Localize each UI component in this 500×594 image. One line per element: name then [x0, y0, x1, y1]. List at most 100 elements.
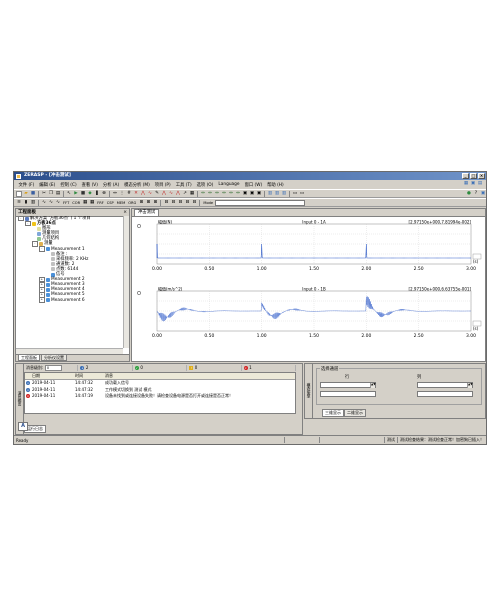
menu-modal[interactable]: 模态分析 (M)	[122, 182, 153, 188]
tree-node[interactable]: + Measurement 6	[16, 297, 123, 303]
grid-icon[interactable]: #	[126, 191, 132, 197]
spin-arrows-icon[interactable]: ▲▼	[370, 383, 376, 388]
axis4-icon[interactable]: ⊟	[184, 200, 190, 206]
help-icon[interactable]: ●	[466, 191, 472, 197]
font-button[interactable]: A	[18, 422, 28, 431]
cut-icon[interactable]: ✂	[41, 191, 47, 197]
link6-icon[interactable]: ⇔	[235, 191, 241, 197]
window2-icon[interactable]: ▭	[299, 191, 305, 197]
cursor-icon[interactable]: ↔	[112, 191, 118, 197]
link3-icon[interactable]: ⇔	[214, 191, 220, 197]
filter-icon[interactable]: ∿	[41, 200, 47, 206]
info-icon[interactable]: ?	[473, 191, 479, 197]
force-plot-canvas[interactable]: 0.00 0.50 1.00 1.50 2.00 2.50 3.00 幅值(N) Input 0…	[135, 220, 485, 277]
col-spinbox[interactable]: ▲▼	[417, 382, 473, 388]
expand-icon[interactable]: +	[39, 297, 45, 303]
col-value-field[interactable]	[417, 391, 473, 397]
col-date[interactable]: 日期	[31, 373, 75, 379]
layout-icon[interactable]: ▦	[463, 181, 469, 187]
menu-help[interactable]: 帮助 (H)	[265, 182, 287, 188]
pointer-icon[interactable]: ↖	[66, 191, 72, 197]
axis3-icon[interactable]: ⊟	[177, 200, 183, 206]
menu-language[interactable]: Language	[216, 182, 242, 187]
message-row[interactable]: × 2019-04-11 14:47:19 设备未找到或连接设备失败！请检查设备电源是…	[25, 393, 295, 400]
stop-icon[interactable]: ■	[80, 191, 86, 197]
new-icon[interactable]	[16, 190, 22, 197]
marker-icon[interactable]: ⋮	[119, 191, 125, 197]
play-icon[interactable]: ▶	[73, 191, 79, 197]
tab-impact-test[interactable]: 冲击测试	[134, 209, 160, 216]
chart3-icon[interactable]: ▥	[281, 191, 287, 197]
record-icon[interactable]: ◆	[87, 191, 93, 197]
peak2-icon[interactable]: ⋀	[161, 191, 167, 197]
link5-icon[interactable]: ⇔	[228, 191, 234, 197]
box3-icon[interactable]: ▣	[256, 191, 262, 197]
force-plot[interactable]: 0.00 0.50 1.00 1.50 2.00 2.50 3.00 幅值(N) Input 0…	[135, 220, 485, 277]
mode-select[interactable]	[215, 199, 306, 206]
axis5-icon[interactable]: ⊟	[191, 200, 197, 206]
link-icon[interactable]: ⇔	[200, 191, 206, 197]
delete-icon[interactable]: ✕	[133, 191, 139, 197]
tab-3d-view[interactable]: 三维显示	[322, 409, 344, 417]
row-value-field[interactable]	[320, 391, 376, 397]
filter-error[interactable]: × 1	[242, 365, 297, 371]
collapse-icon[interactable]: -	[32, 241, 38, 247]
filter-info[interactable]: ↓ 2	[78, 365, 133, 371]
bars-icon[interactable]: ▥	[30, 200, 36, 206]
about-icon[interactable]: ▣	[480, 191, 486, 197]
scale-icon[interactable]: ⊞	[138, 200, 144, 206]
axis2-icon[interactable]: ⊟	[170, 200, 176, 206]
pause-icon[interactable]: ❚	[94, 191, 100, 197]
menu-control[interactable]: 控制 (C)	[58, 182, 79, 188]
frf-button[interactable]: FRF	[96, 201, 105, 205]
window-icon[interactable]: ▭	[292, 191, 298, 197]
menu-edit[interactable]: 编辑 (E)	[37, 182, 58, 188]
level-filter-input[interactable]: 0	[44, 365, 62, 371]
collapse-icon[interactable]: -	[18, 216, 24, 222]
hist2-icon[interactable]: ▦	[89, 200, 95, 206]
row-spinbox[interactable]: ▲▼	[320, 382, 376, 388]
spin-arrows-icon[interactable]: ▲▼	[467, 383, 473, 388]
tree-vertical-scrollbar[interactable]	[123, 216, 129, 348]
collapse-icon[interactable]: -	[39, 246, 45, 252]
tile-icon[interactable]: ▤	[477, 181, 483, 187]
box-icon[interactable]: ▣	[242, 191, 248, 197]
menu-options[interactable]: 选项 (O)	[194, 182, 216, 188]
panel-icon[interactable]: ▣	[470, 181, 476, 187]
wave2-icon[interactable]: ∿	[168, 191, 174, 197]
chart2-icon[interactable]: ▥	[274, 191, 280, 197]
peak3-icon[interactable]: ⋀	[175, 191, 181, 197]
scale3-icon[interactable]: ⊞	[152, 200, 158, 206]
close-icon[interactable]: ×	[123, 209, 127, 216]
col-time[interactable]: 时间	[75, 373, 105, 379]
signal-icon[interactable]: ≋	[16, 200, 22, 206]
tab-project-panel[interactable]: 工程面板	[18, 355, 40, 361]
level-filter[interactable]: 消息级别: 0	[24, 365, 79, 371]
filter2-icon[interactable]: ∿	[48, 200, 54, 206]
save-icon[interactable]: ■	[30, 191, 36, 197]
axis-icon[interactable]: ⊟	[163, 200, 169, 206]
paste-icon[interactable]: ▤	[55, 191, 61, 197]
hist-icon[interactable]: ▦	[82, 200, 88, 206]
acceleration-plot[interactable]: 0.00 0.50 1.00 1.50 2.00 2.50 3.00 幅值(m/s^2) Inp…	[135, 287, 485, 344]
fft-button[interactable]: FFT	[62, 201, 70, 205]
table-icon[interactable]: ▦	[189, 191, 195, 197]
wave-icon[interactable]: ∿	[147, 191, 153, 197]
menu-window[interactable]: 窗口 (W)	[242, 182, 265, 188]
minimize-button[interactable]: _	[462, 173, 469, 179]
filter3-icon[interactable]: ∿	[55, 200, 61, 206]
mem-button[interactable]: MEM	[116, 201, 126, 205]
spectrum-icon[interactable]: ▮	[23, 200, 29, 206]
open-icon[interactable]: ▰	[23, 191, 29, 197]
chart-icon[interactable]: ▥	[267, 191, 273, 197]
menu-tools[interactable]: 工具 (T)	[173, 182, 194, 188]
edit-icon[interactable]: ✎	[154, 191, 160, 197]
maximize-button[interactable]: □	[470, 173, 477, 179]
col-message[interactable]: 消息	[105, 373, 295, 379]
peak-icon[interactable]: ⋀	[140, 191, 146, 197]
filter-warning[interactable]: ! 0	[187, 365, 242, 371]
tab-2d-view[interactable]: 二维显示	[344, 409, 366, 417]
tab-analyzer-settings[interactable]: 分析仪设置	[41, 355, 67, 361]
link2-icon[interactable]: ⇔	[207, 191, 213, 197]
menu-view[interactable]: 查看 (V)	[79, 182, 100, 188]
